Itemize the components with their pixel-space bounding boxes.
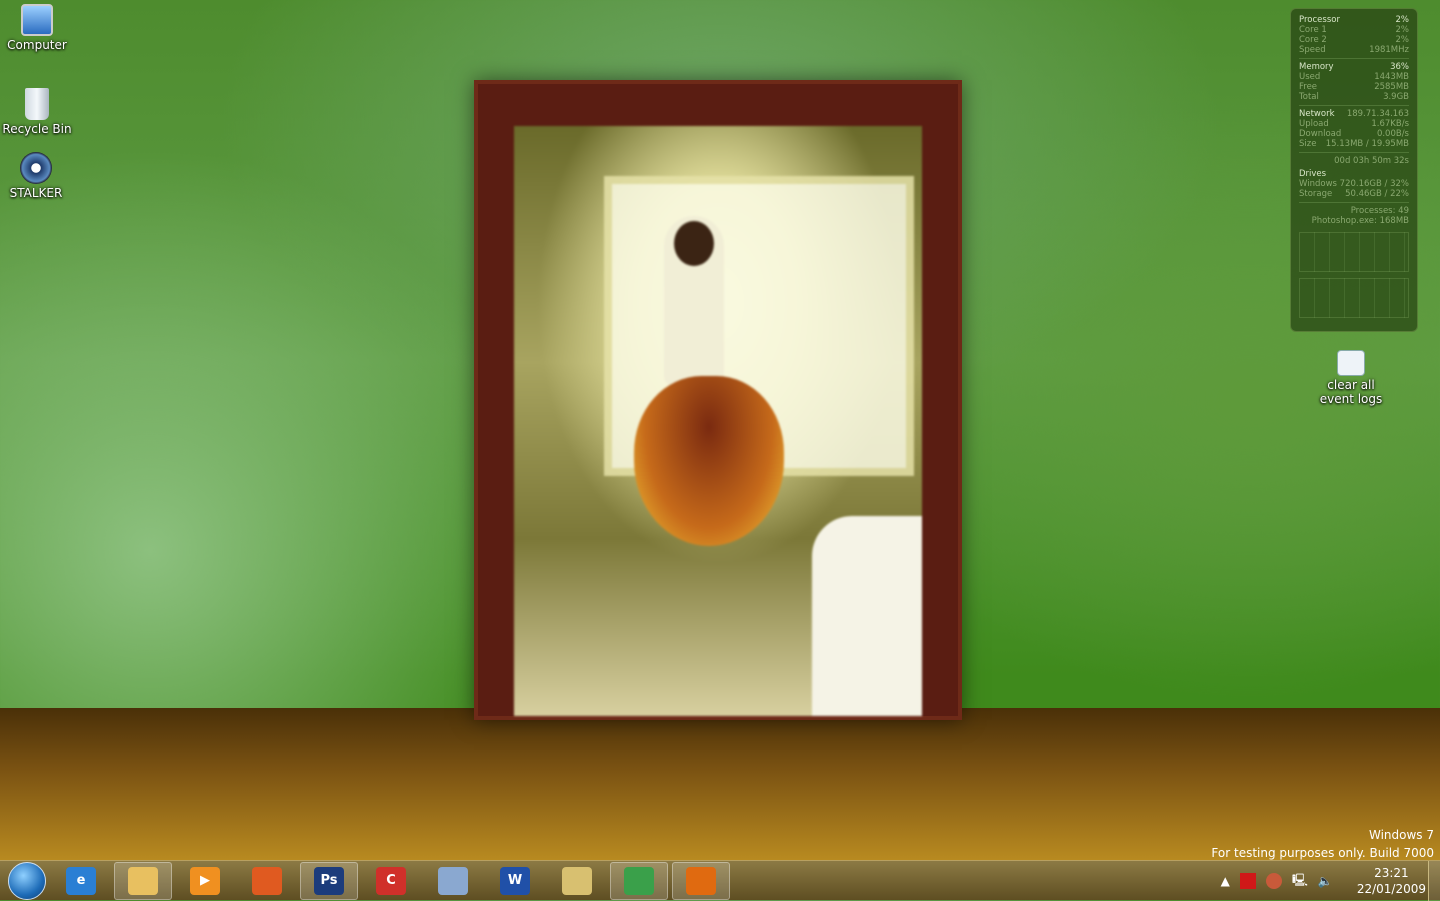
clock-date: 22/01/2009 bbox=[1356, 882, 1426, 896]
wallpaper-tulip bbox=[634, 376, 784, 546]
avira-icon[interactable] bbox=[1239, 873, 1256, 889]
core1-value: 2% bbox=[1395, 25, 1410, 35]
wallpaper-photo bbox=[514, 126, 922, 716]
internet-explorer-icon: e bbox=[66, 866, 96, 895]
desktop-icon-label: Computer bbox=[7, 38, 67, 52]
taskbar-button-word[interactable]: W bbox=[486, 862, 544, 900]
upload-value: 1.67KB/s bbox=[1371, 119, 1409, 129]
total-value: 3.9GB bbox=[1383, 92, 1409, 102]
taskbar-button-photoshop[interactable]: Ps bbox=[300, 861, 358, 900]
taskbar-button-firefox[interactable] bbox=[672, 861, 730, 900]
cpu-graph bbox=[1299, 232, 1409, 272]
paint-icon bbox=[252, 866, 282, 895]
upload-label: Upload bbox=[1299, 119, 1329, 129]
desktop-icon-label: clear all event logs bbox=[1319, 378, 1383, 406]
taskbar-button-disc-app[interactable] bbox=[424, 862, 482, 900]
speed-label: Speed bbox=[1299, 45, 1326, 55]
windows-watermark: Windows 7 For testing purposes only. Bui… bbox=[1211, 826, 1434, 862]
start-button[interactable] bbox=[8, 861, 46, 900]
word-icon: W bbox=[500, 866, 530, 895]
clock[interactable]: 23:21 22/01/2009 bbox=[1357, 865, 1426, 897]
disc-app-icon bbox=[438, 866, 468, 895]
system-tray: ▲ 🖳 🔈 23:21 22/01/2009 bbox=[1221, 861, 1426, 901]
network-ip: 189.71.34.163 bbox=[1346, 109, 1409, 119]
drive-value: 50.46GB / 22% bbox=[1345, 189, 1409, 199]
volume-icon[interactable]: 🔈 bbox=[1318, 874, 1333, 888]
drive-value: 20.16GB / 32% bbox=[1345, 179, 1409, 189]
free-value: 2585MB bbox=[1374, 82, 1409, 92]
taskbar-button-paint[interactable] bbox=[238, 862, 296, 900]
desktop-icon-stalker[interactable]: STALKER bbox=[1, 152, 71, 200]
download-value: 0.00B/s bbox=[1376, 129, 1409, 139]
memory-value: 36% bbox=[1390, 62, 1409, 72]
process-count: Processes: 49 bbox=[1350, 206, 1409, 216]
network-graph bbox=[1299, 278, 1409, 318]
taskbar-button-red-app[interactable]: C bbox=[362, 862, 420, 900]
drive-name: Storage bbox=[1299, 189, 1333, 199]
top-process: Photoshop.exe: 168MB bbox=[1311, 216, 1409, 226]
outlook-icon bbox=[562, 866, 592, 895]
drives-label: Drives bbox=[1299, 169, 1327, 179]
recycle-bin-icon bbox=[25, 88, 49, 120]
drive-name: Windows 7 bbox=[1299, 179, 1346, 189]
taskbar-button-internet-explorer[interactable]: e bbox=[52, 862, 110, 900]
total-label: Total bbox=[1299, 92, 1319, 102]
show-hidden-icons-button[interactable]: ▲ bbox=[1221, 874, 1230, 888]
wallpaper-door-frame bbox=[474, 80, 962, 720]
used-value: 1443MB bbox=[1374, 72, 1409, 82]
free-label: Free bbox=[1299, 82, 1318, 92]
taskbar: e ▶ Ps C W ▲ 🖳 🔈 23:21 22/01/2009 bbox=[0, 860, 1440, 901]
size-label: Size bbox=[1299, 139, 1317, 149]
show-desktop-button[interactable] bbox=[1428, 861, 1440, 901]
core1-label: Core 1 bbox=[1299, 25, 1327, 35]
uptime: 00d 03h 50m 32s bbox=[1334, 156, 1409, 166]
core2-value: 2% bbox=[1395, 35, 1410, 45]
firewall-icon[interactable] bbox=[1265, 873, 1282, 889]
taskbar-button-messenger[interactable] bbox=[610, 861, 668, 900]
watermark-line1: Windows 7 bbox=[1368, 828, 1434, 842]
desktop-icon-label: STALKER bbox=[9, 186, 63, 200]
desktop-icon-recycle-bin[interactable]: Recycle Bin bbox=[2, 88, 72, 136]
size-value: 15.13MB / 19.95MB bbox=[1325, 139, 1409, 149]
red-app-icon: C bbox=[376, 866, 406, 895]
stalker-icon bbox=[20, 152, 52, 184]
desktop-icon-clear-event-logs[interactable]: clear all event logs bbox=[1316, 350, 1386, 406]
wallpaper-head bbox=[674, 221, 714, 266]
download-label: Download bbox=[1299, 129, 1342, 139]
wallpaper-bed bbox=[812, 516, 922, 716]
windows-explorer-icon bbox=[128, 866, 158, 895]
taskbar-items: e ▶ Ps C W bbox=[52, 861, 734, 900]
event-log-icon bbox=[1337, 350, 1365, 376]
media-player-icon: ▶ bbox=[190, 866, 220, 895]
taskbar-button-windows-explorer[interactable] bbox=[114, 861, 172, 900]
photoshop-icon: Ps bbox=[314, 866, 344, 895]
taskbar-button-media-player[interactable]: ▶ bbox=[176, 862, 234, 900]
system-monitor-gadget[interactable]: Processor 2% Core 1 2% Core 2 2% Speed 1981M… bbox=[1290, 8, 1418, 332]
core2-label: Core 2 bbox=[1299, 35, 1327, 45]
processor-label: Processor bbox=[1299, 15, 1340, 25]
taskbar-button-outlook[interactable] bbox=[548, 862, 606, 900]
network-label: Network bbox=[1299, 109, 1335, 119]
processor-value: 2% bbox=[1395, 15, 1410, 25]
firefox-icon bbox=[686, 866, 716, 895]
used-label: Used bbox=[1299, 72, 1321, 82]
desktop-icon-computer[interactable]: Computer bbox=[2, 4, 72, 52]
messenger-icon bbox=[624, 866, 654, 895]
network-icon[interactable]: 🖳 bbox=[1292, 871, 1308, 892]
computer-icon bbox=[21, 4, 53, 36]
memory-label: Memory bbox=[1299, 62, 1334, 72]
clock-time: 23:21 bbox=[1374, 866, 1409, 880]
desktop-icon-label: Recycle Bin bbox=[2, 122, 72, 136]
speed-value: 1981MHz bbox=[1369, 45, 1409, 55]
